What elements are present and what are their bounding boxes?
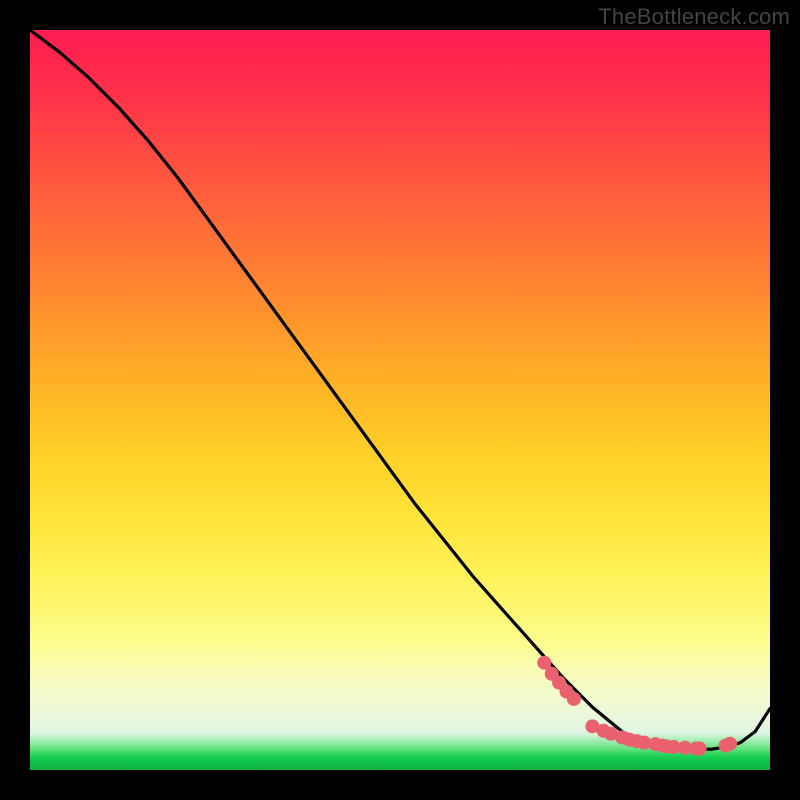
chart-frame: TheBottleneck.com [0,0,800,800]
bottleneck-curve [30,30,770,749]
plot-area [30,30,770,770]
data-point-marker [693,742,707,756]
curve-layer [30,30,770,770]
data-point-marker [567,692,581,706]
data-point-marker [723,737,737,751]
watermark-label: TheBottleneck.com [598,4,790,30]
marker-group [537,656,737,756]
